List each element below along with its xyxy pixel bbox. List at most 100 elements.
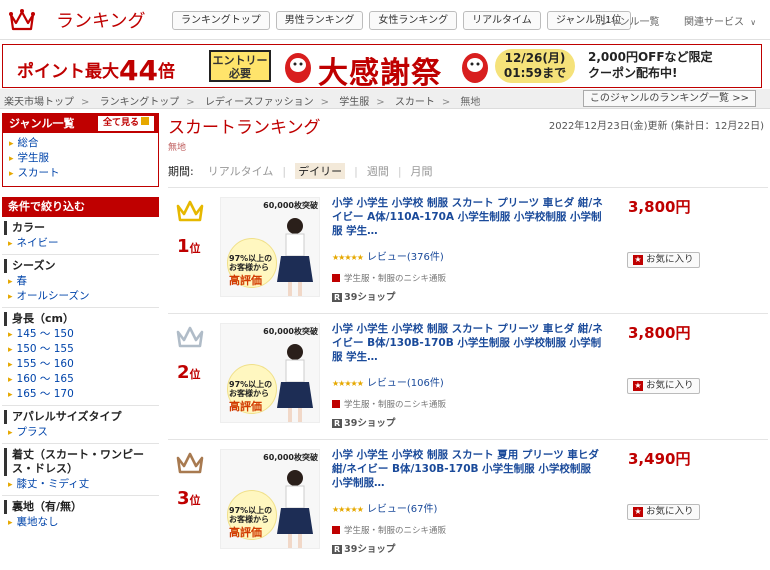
genre-item-uniform[interactable]: 学生服 [9, 151, 152, 166]
product-title[interactable]: 小学 小学生 小学校 制服 スカート 夏用 プリーツ 車ヒダ 紺/ネイビー B体… [332, 448, 604, 490]
banner-coupon-text: 2,000円OFFなど限定 クーポン配布中! [588, 49, 713, 81]
shop-link[interactable]: R 39ショップ [332, 541, 395, 555]
rank-number: 3位 [177, 488, 201, 509]
genre-item-skirt[interactable]: スカート [9, 166, 152, 181]
crown-icon [176, 200, 204, 222]
star-icon: ★ [633, 381, 643, 391]
breadcrumb-bar: 楽天市場トップ > ランキングトップ > レディースファッション > 学生服 > スカー… [0, 89, 770, 109]
tab-realtime[interactable]: リアルタイム [208, 163, 274, 179]
filter-title: シーズン [12, 259, 56, 272]
breadcrumb-uniform[interactable]: 学生服 [339, 97, 369, 108]
filter-color: カラー [4, 221, 159, 235]
review-link[interactable]: レビュー(67件) [367, 504, 438, 515]
product-image[interactable]: 60,000枚突破 97%以上の お客様から 高評価 [220, 197, 320, 297]
rank-value: 2 [177, 362, 190, 383]
filter-option-height[interactable]: 150 ～ 155 [8, 342, 159, 357]
crown-icon [9, 9, 35, 31]
rank-value: 3 [177, 488, 190, 509]
shop-icon [332, 526, 340, 534]
breadcrumb-rakuten-top[interactable]: 楽天市場トップ [4, 97, 74, 108]
thumb-highlight: 高評価 [229, 400, 262, 413]
filter-lining-items: 裏地なし [2, 514, 159, 530]
shop-badge-icon: R [332, 293, 343, 302]
favorite-label: お気に入り [646, 506, 694, 517]
thumb-text: 97%以上の お客様から [229, 380, 273, 398]
ranking-list: 1位 60,000枚突破 97%以上の お客様から 高評価 小学 小学生 小学校… [168, 187, 768, 565]
product-image[interactable]: 60,000枚突破 97%以上の お客様から 高評価 [220, 449, 320, 549]
review-summary: ★★★★★ レビュー(376件) [332, 248, 444, 263]
related-services-menu[interactable]: 関連サービス ∨ [684, 13, 756, 28]
genre-list-link[interactable]: ジャンル一覧 [600, 13, 660, 28]
genre-item-all[interactable]: 総合 [9, 136, 152, 151]
related-services-label: 関連サービス [684, 17, 744, 28]
filter-season-items: 春 オールシーズン [2, 273, 159, 304]
banner-entry-badge: エントリー 必要 [209, 50, 271, 82]
thumb-caption: 60,000枚突破 [263, 327, 318, 336]
entry-line2: 必要 [229, 67, 251, 80]
product-title[interactable]: 小学 小学生 小学校 制服 スカート プリーツ 車ヒダ 紺/ネイビー B体/13… [332, 322, 604, 364]
chevron-down-icon: ∨ [750, 18, 757, 27]
promo-banner[interactable]: ポイント最大44倍 エントリー 必要 大感謝祭 12/26(月) 01:59まで… [2, 44, 762, 88]
star-rating-icon: ★★★★★ [332, 379, 364, 388]
filter-length: 着丈（スカート・ワンピース・ドレス） [4, 448, 159, 476]
review-link[interactable]: レビュー(106件) [367, 378, 444, 389]
filter-title: カラー [12, 221, 45, 234]
favorite-label: お気に入り [646, 254, 694, 265]
nav-female-ranking[interactable]: 女性ランキング [369, 11, 458, 30]
show-all-button[interactable]: 全て見る [97, 116, 154, 131]
shop-icon [332, 274, 340, 282]
filter-option-height[interactable]: 155 ～ 160 [8, 357, 159, 372]
filter-option-knee-midi[interactable]: 膝丈・ミディ丈 [8, 477, 159, 492]
product-title[interactable]: 小学 小学生 小学校 制服 スカート プリーツ 車ヒダ 紺/ネイビー A体/11… [332, 196, 604, 238]
filter-option-height[interactable]: 145 ～ 150 [8, 327, 159, 342]
favorite-button[interactable]: ★ お気に入り [627, 504, 700, 520]
review-summary: ★★★★★ レビュー(106件) [332, 374, 444, 389]
star-rating-icon: ★★★★★ [332, 505, 364, 514]
model-figure [277, 344, 313, 422]
banner-point-unit: 倍 [157, 62, 175, 82]
filter-option-spring[interactable]: 春 [8, 274, 159, 289]
shop-link[interactable]: R 39ショップ [332, 415, 395, 429]
square-icon [141, 117, 149, 125]
genre-ranking-list-button[interactable]: このジャンルのランキング一覧 >> [582, 90, 756, 107]
ranking-logo[interactable]: ランキング [8, 6, 145, 34]
sub-genre-label: 無地 [168, 143, 187, 153]
crown-icon [176, 326, 204, 348]
review-summary: ★★★★★ レビュー(67件) [332, 500, 437, 515]
shop-badge-icon: R [332, 545, 343, 554]
shop-name: 39ショップ [344, 418, 396, 429]
breadcrumb-ranking-top[interactable]: ランキングトップ [100, 97, 180, 108]
show-all-label: 全て見る [102, 118, 139, 128]
tab-weekly[interactable]: 週間 [367, 163, 389, 179]
nav-ranking-top[interactable]: ランキングトップ [172, 11, 270, 30]
filter-option-height[interactable]: 165 ～ 170 [8, 387, 159, 402]
divider: | [354, 164, 358, 178]
nav-realtime[interactable]: リアルタイム [463, 11, 541, 30]
review-link[interactable]: レビュー(376件) [367, 252, 444, 263]
breadcrumb: 楽天市場トップ > ランキングトップ > レディースファッション > 学生服 > スカー… [4, 93, 480, 108]
favorite-button[interactable]: ★ お気に入り [627, 378, 700, 394]
rank-suffix: 位 [189, 368, 201, 381]
filter-option-all-season[interactable]: オールシーズン [8, 289, 159, 304]
filter-option-navy[interactable]: ネイビー [8, 236, 159, 251]
nav-male-ranking[interactable]: 男性ランキング [275, 11, 364, 30]
tab-daily[interactable]: デイリー [295, 163, 346, 179]
filter-height: 身長（cm） [4, 312, 159, 326]
genre-box: ジャンル一覧 全て見る 総合 学生服 スカート [2, 113, 159, 187]
shop-description-text: 学生服・制服のニシキ通販 [344, 400, 447, 410]
filter-option-no-lining[interactable]: 裏地なし [8, 515, 159, 530]
filter-option-height[interactable]: 160 ～ 165 [8, 372, 159, 387]
divider [2, 405, 159, 406]
filter-option-plus[interactable]: プラス [8, 425, 159, 440]
product-image[interactable]: 60,000枚突破 97%以上の お客様から 高評価 [220, 323, 320, 423]
tab-monthly[interactable]: 月間 [411, 163, 433, 179]
breadcrumb-separator: > [320, 97, 330, 108]
breadcrumb-ladies-fashion[interactable]: レディースファッション [205, 97, 314, 108]
shop-link[interactable]: R 39ショップ [332, 289, 395, 303]
favorite-button[interactable]: ★ お気に入り [627, 252, 700, 268]
period-label: 期間: [168, 165, 194, 178]
rank-suffix: 位 [189, 494, 201, 507]
breadcrumb-skirt[interactable]: スカート [395, 97, 435, 108]
banner-point-label: ポイント最大 [17, 62, 119, 82]
divider: | [282, 164, 287, 178]
